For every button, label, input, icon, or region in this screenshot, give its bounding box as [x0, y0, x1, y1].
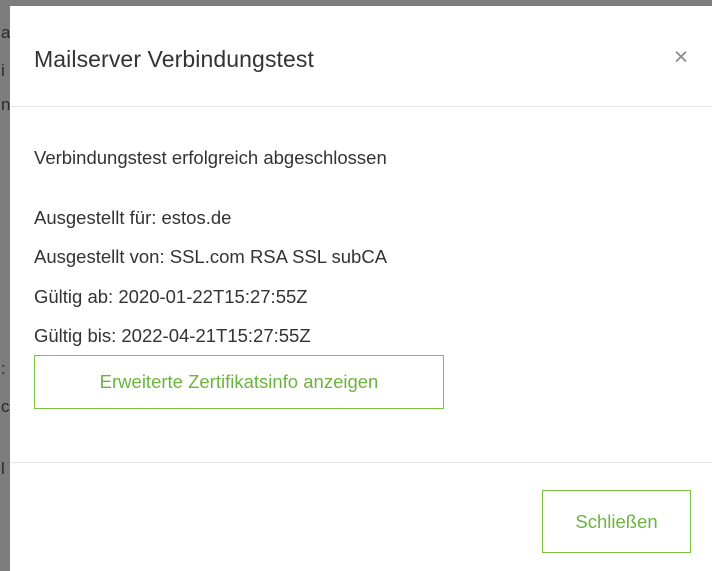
background-text-fragment: l	[1, 459, 5, 478]
cert-issued-by: Ausgestellt von: SSL.com RSA SSL subCA	[34, 246, 388, 267]
cert-valid-to: Gültig bis: 2022-04-21T15:27:55Z	[34, 325, 311, 346]
mailserver-test-dialog: Mailserver Verbindungstest × Verbindungs…	[10, 6, 712, 571]
background-text-fragment: i	[1, 61, 5, 80]
cert-issued-to: Ausgestellt für: estos.de	[34, 207, 232, 228]
background-text-fragment: c	[1, 397, 10, 416]
show-certificate-details-button[interactable]: Erweiterte Zertifikatsinfo anzeigen	[34, 355, 444, 409]
close-button[interactable]: Schließen	[542, 490, 691, 553]
cert-valid-from: Gültig ab: 2020-01-22T15:27:55Z	[34, 286, 308, 307]
dialog-header: Mailserver Verbindungstest ×	[10, 6, 712, 107]
close-icon[interactable]: ×	[668, 44, 694, 70]
status-message: Verbindungstest erfolgreich abgeschlosse…	[34, 147, 387, 168]
dialog-body: Verbindungstest erfolgreich abgeschlosse…	[10, 107, 712, 463]
dialog-title: Mailserver Verbindungstest	[34, 46, 315, 72]
background-text-fragment: :	[1, 359, 6, 378]
